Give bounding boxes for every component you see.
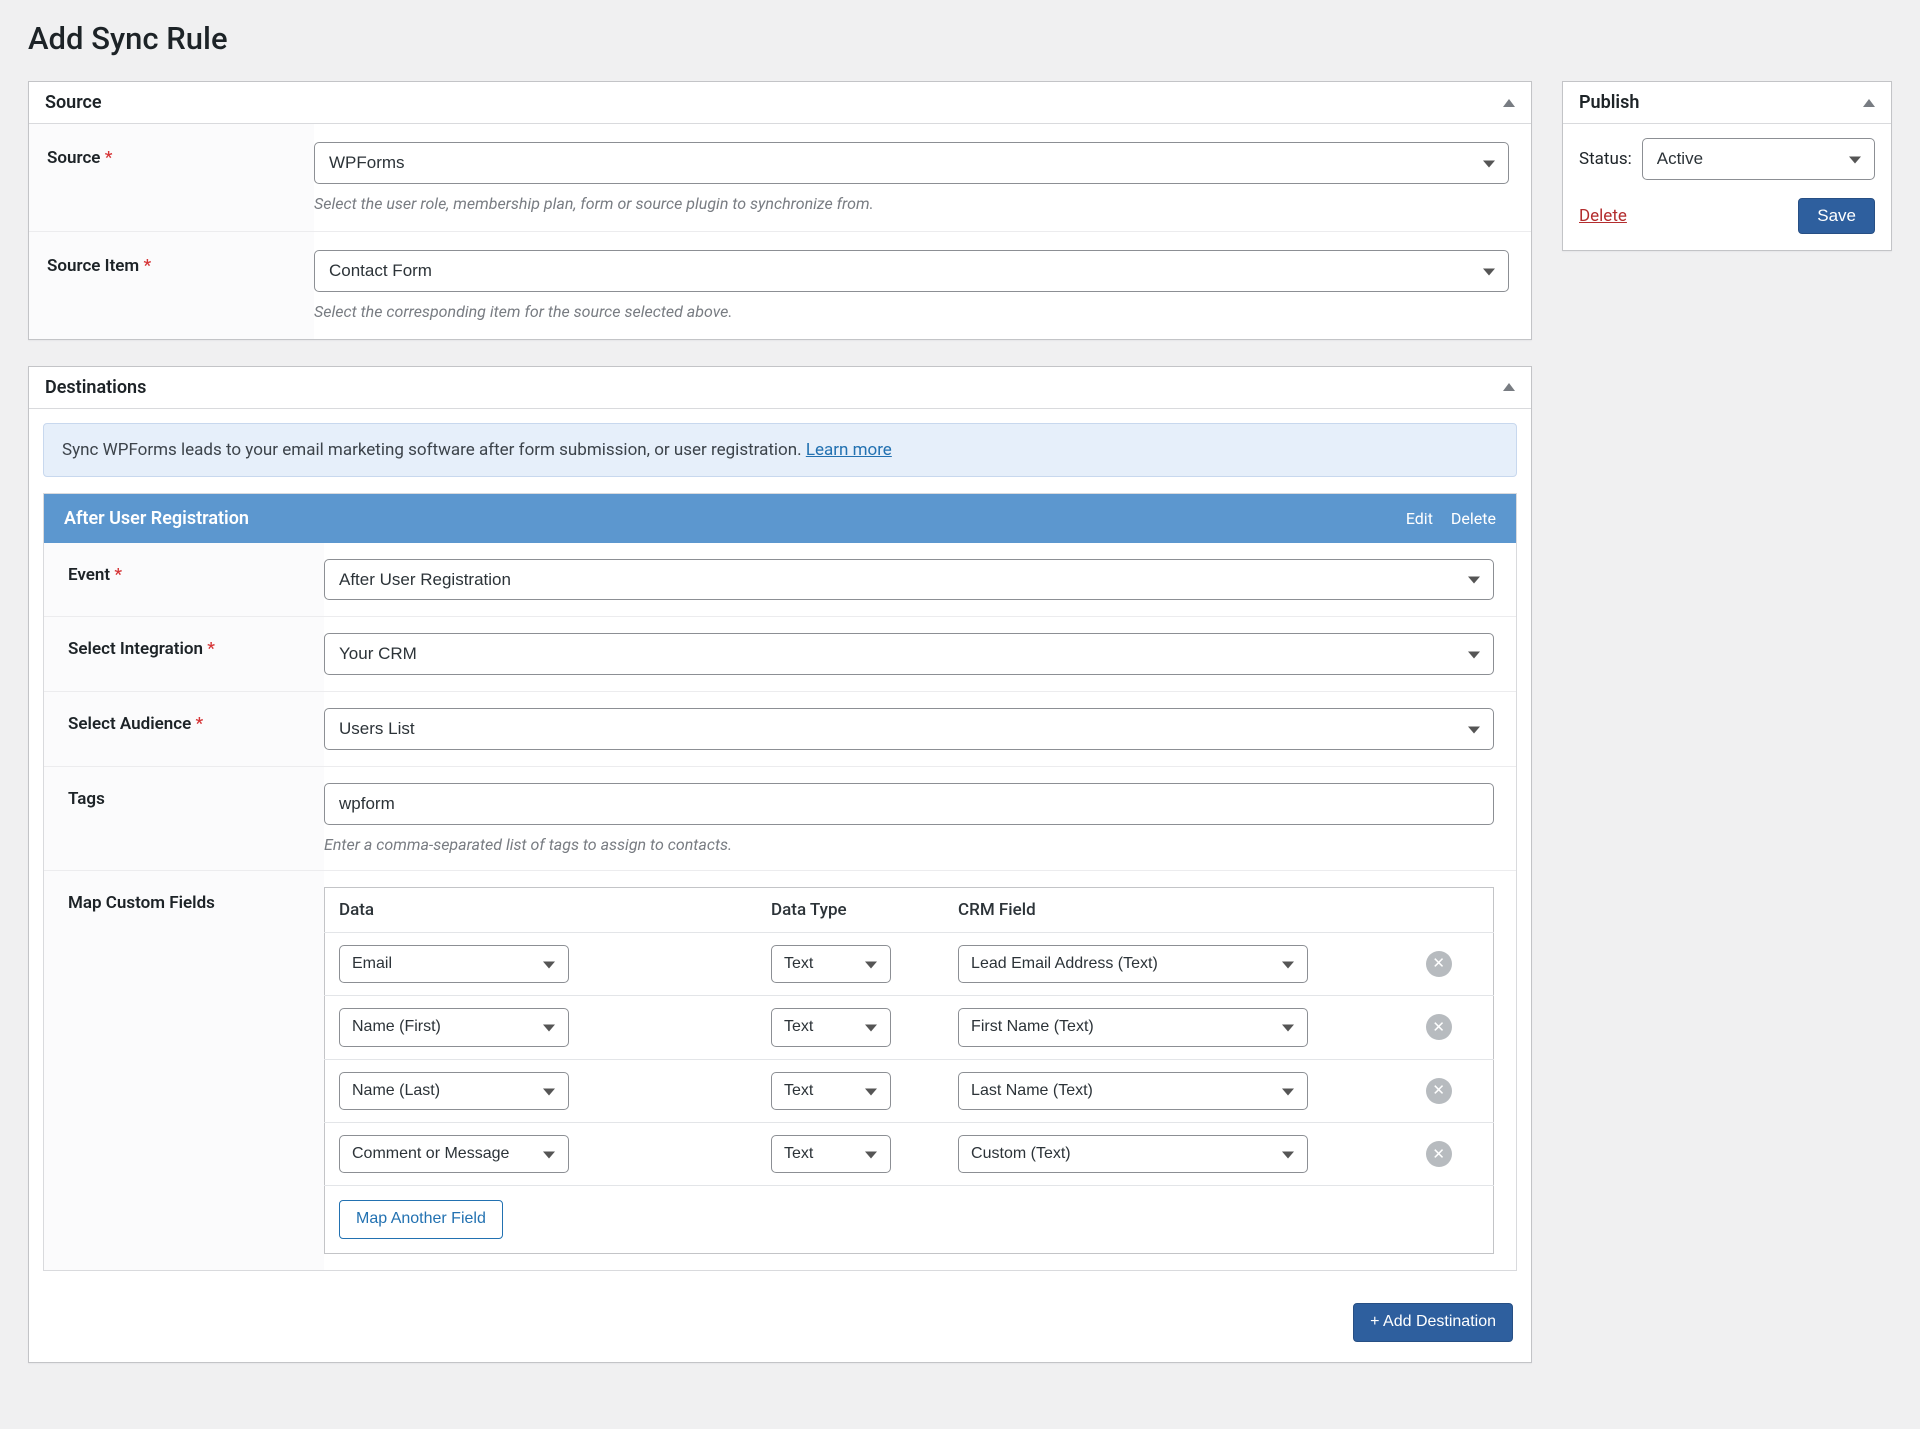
map-row: Email Text Lead Email Address (Text) ✕ [325,932,1494,995]
required-marker: * [207,639,215,659]
source-panel-title: Source [45,92,102,113]
map-crm-select[interactable]: Last Name (Text) [958,1072,1308,1110]
publish-panel: Publish Status: Active Delete Save [1562,81,1892,251]
audience-label: Select Audience [68,714,191,734]
save-button[interactable]: Save [1798,198,1875,234]
map-fields-label: Map Custom Fields [68,893,215,913]
map-row: Name (First) Text First Name (Text) ✕ [325,996,1494,1059]
col-type-header: Data Type [757,887,944,932]
integration-select[interactable]: Your CRM [324,633,1494,675]
tags-label: Tags [68,789,105,809]
source-item-help: Select the corresponding item for the so… [314,302,1509,321]
add-destination-button[interactable]: + Add Destination [1353,1303,1513,1342]
map-data-select[interactable]: Name (First) [339,1008,569,1046]
col-crm-header: CRM Field [944,887,1412,932]
map-fields-table: Data Data Type CRM Field Email Text Lead E… [324,887,1494,1254]
event-select[interactable]: After User Registration [324,559,1494,601]
map-row: Comment or Message Text Custom (Text) ✕ [325,1122,1494,1185]
publish-panel-title: Publish [1579,92,1639,113]
page-title: Add Sync Rule [28,20,1892,57]
required-marker: * [114,565,122,585]
event-label: Event [68,565,110,585]
map-type-select[interactable]: Text [771,1072,891,1110]
audience-select[interactable]: Users List [324,708,1494,750]
source-panel: Source Source * WPForms [28,81,1532,340]
required-marker: * [105,148,113,168]
map-crm-select[interactable]: Lead Email Address (Text) [958,945,1308,983]
status-select[interactable]: Active [1642,138,1875,180]
source-item-select[interactable]: Contact Form [314,250,1509,292]
source-item-label: Source Item [47,256,139,276]
delete-link[interactable]: Delete [1579,206,1627,226]
destination-title: After User Registration [64,508,249,529]
required-marker: * [143,256,151,276]
status-label: Status: [1579,149,1632,169]
map-type-select[interactable]: Text [771,945,891,983]
destinations-panel: Destinations Sync WPForms leads to your … [28,366,1532,1363]
remove-row-icon[interactable]: ✕ [1426,1141,1452,1167]
remove-row-icon[interactable]: ✕ [1426,1078,1452,1104]
collapse-icon[interactable] [1503,383,1515,391]
map-data-select[interactable]: Email [339,945,569,983]
remove-row-icon[interactable]: ✕ [1426,1014,1452,1040]
destination-edit-link[interactable]: Edit [1406,509,1433,528]
destination-block: After User Registration Edit Delete Even… [43,493,1517,1272]
destination-delete-link[interactable]: Delete [1451,509,1496,528]
required-marker: * [196,714,204,734]
destinations-panel-title: Destinations [45,377,146,398]
tags-help: Enter a comma-separated list of tags to … [324,835,1494,854]
map-row: Name (Last) Text Last Name (Text) ✕ [325,1059,1494,1122]
collapse-icon[interactable] [1503,99,1515,107]
map-another-field-button[interactable]: Map Another Field [339,1200,503,1239]
tags-input[interactable] [324,783,1494,825]
remove-row-icon[interactable]: ✕ [1426,951,1452,977]
map-crm-select[interactable]: Custom (Text) [958,1135,1308,1173]
info-notice: Sync WPForms leads to your email marketi… [43,423,1517,477]
source-label: Source [47,148,100,168]
map-type-select[interactable]: Text [771,1008,891,1046]
map-data-select[interactable]: Name (Last) [339,1072,569,1110]
collapse-icon[interactable] [1863,99,1875,107]
map-type-select[interactable]: Text [771,1135,891,1173]
map-crm-select[interactable]: First Name (Text) [958,1008,1308,1046]
source-help: Select the user role, membership plan, f… [314,194,1509,213]
map-data-select[interactable]: Comment or Message [339,1135,569,1173]
learn-more-link[interactable]: Learn more [806,440,892,460]
col-data-header: Data [325,887,758,932]
source-select[interactable]: WPForms [314,142,1509,184]
integration-label: Select Integration [68,639,203,659]
